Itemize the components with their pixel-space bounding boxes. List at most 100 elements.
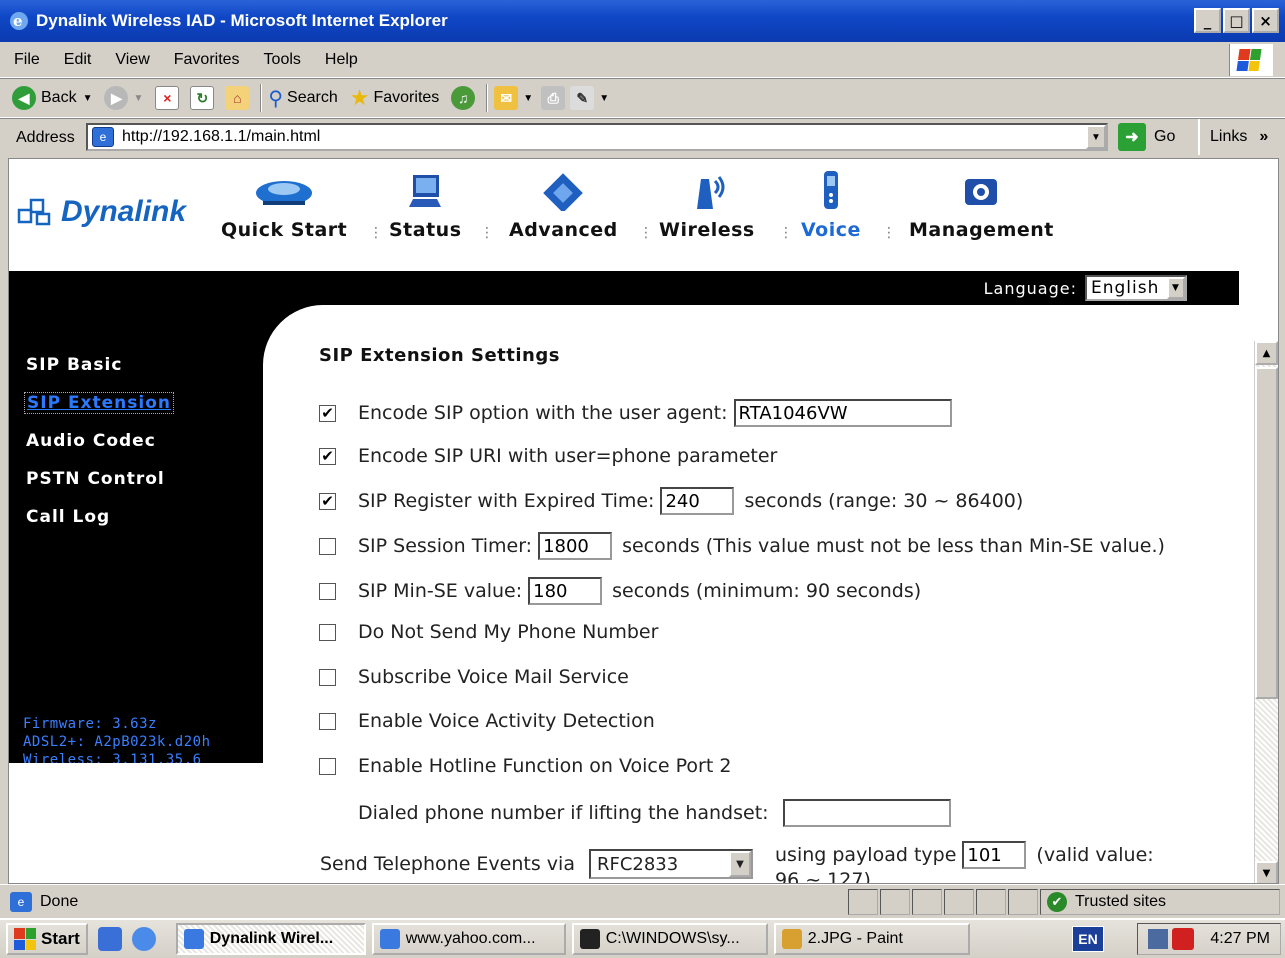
security-zone: ✔ Trusted sites xyxy=(1040,889,1280,915)
nav-advanced[interactable]: Advanced xyxy=(509,173,618,241)
media-icon[interactable]: ♫ xyxy=(451,86,476,110)
sidebar-item-pstn-control[interactable]: PSTN Control xyxy=(26,469,165,489)
task-yahoo[interactable]: www.yahoo.com... xyxy=(371,923,566,955)
language-select[interactable]: English ▼ xyxy=(1085,275,1187,301)
nav-status[interactable]: Status xyxy=(389,173,462,241)
nav-quick-start-label: Quick Start xyxy=(221,219,348,241)
menu-help[interactable]: Help xyxy=(325,51,358,69)
sidebar-item-sip-basic[interactable]: SIP Basic xyxy=(26,355,122,375)
hide-number-checkbox[interactable] xyxy=(319,623,336,641)
nav-management[interactable]: Management xyxy=(909,173,1054,241)
status-bar: e Done ✔ Trusted sites xyxy=(0,884,1285,918)
payload-type-label: using payload type xyxy=(775,844,957,866)
register-expired-range: seconds (range: 30 ~ 86400) xyxy=(744,490,1024,512)
stop-icon[interactable]: × xyxy=(155,86,180,110)
hotline-number-label: Dialed phone number if lifting the hands… xyxy=(358,802,769,824)
vertical-scrollbar[interactable]: ▲ ▼ xyxy=(1254,341,1278,883)
sidebar-item-call-log[interactable]: Call Log xyxy=(26,507,110,527)
window-title: Dynalink Wireless IAD - Microsoft Intern… xyxy=(36,11,448,30)
advanced-icon xyxy=(543,173,584,211)
network-icon[interactable] xyxy=(1148,929,1169,949)
windows-logo-icon xyxy=(1229,44,1273,76)
dynalink-logo: Dynalink xyxy=(17,195,186,229)
menu-tools[interactable]: Tools xyxy=(264,51,301,69)
scroll-up-icon[interactable]: ▲ xyxy=(1255,341,1278,365)
go-label: Go xyxy=(1154,128,1176,145)
edit-icon[interactable]: ✎ xyxy=(570,86,595,110)
vad-checkbox[interactable] xyxy=(319,712,336,730)
language-label: Language: xyxy=(983,278,1077,298)
start-button[interactable]: Start xyxy=(6,923,88,955)
register-expired-checkbox[interactable]: ✔ xyxy=(319,492,336,510)
user-agent-checkbox[interactable]: ✔ xyxy=(319,404,336,422)
menu-favorites[interactable]: Favorites xyxy=(174,51,240,69)
links-label: Links xyxy=(1210,128,1248,145)
min-se-checkbox[interactable] xyxy=(319,582,336,600)
menu-bar: File Edit View Favorites Tools Help xyxy=(0,42,1285,78)
clock: 4:27 PM xyxy=(1210,930,1270,947)
close-button[interactable]: × xyxy=(1252,8,1279,33)
refresh-icon[interactable]: ↻ xyxy=(190,86,215,110)
brand-name: Dynalink xyxy=(61,195,187,228)
menu-edit[interactable]: Edit xyxy=(64,51,92,69)
desktop-icon[interactable] xyxy=(97,927,122,951)
session-timer-input[interactable]: 1800 xyxy=(538,532,613,560)
sidebar-item-sip-extension[interactable]: SIP Extension xyxy=(24,392,175,414)
task-paint[interactable]: 2.JPG - Paint xyxy=(773,923,970,955)
input-language-indicator[interactable]: EN xyxy=(1072,926,1104,952)
address-input[interactable]: e http://192.168.1.1/main.html ▼ xyxy=(86,123,1108,151)
search-button[interactable]: ⚲ Search xyxy=(268,86,337,111)
telephone-events-select[interactable]: RFC2833 ▼ xyxy=(588,849,753,879)
maximize-button[interactable]: □ xyxy=(1223,8,1250,33)
security-zone-label: Trusted sites xyxy=(1075,893,1166,910)
task-cmd[interactable]: C:\WINDOWS\sy... xyxy=(571,923,768,955)
session-timer-checkbox[interactable] xyxy=(319,537,336,555)
address-dropdown-icon[interactable]: ▼ xyxy=(1086,125,1106,149)
payload-type-input[interactable]: 101 xyxy=(962,841,1027,869)
sidebar: SIP Basic SIP Extension Audio Codec PSTN… xyxy=(9,305,263,763)
ie-quicklaunch-icon[interactable] xyxy=(131,927,156,951)
sidebar-item-audio-codec[interactable]: Audio Codec xyxy=(26,431,156,451)
back-button[interactable]: ◀ Back ▼ xyxy=(12,86,92,110)
form-row: using payload type 101 (valid value: xyxy=(775,841,1154,869)
menu-view[interactable]: View xyxy=(115,51,149,69)
paint-icon xyxy=(781,929,802,949)
task-label: Dynalink Wirel... xyxy=(209,930,334,947)
hotline-checkbox[interactable] xyxy=(319,757,336,775)
minimize-button[interactable]: _ xyxy=(1194,8,1221,33)
task-dynalink[interactable]: Dynalink Wirel... xyxy=(175,923,366,955)
address-bar: Address e http://192.168.1.1/main.html ▼… xyxy=(0,118,1285,156)
print-icon[interactable]: ⎙ xyxy=(541,86,566,110)
language-band: Language: English ▼ xyxy=(9,271,1239,305)
page-icon: e xyxy=(92,127,114,147)
voice-icon xyxy=(823,171,838,209)
go-button[interactable]: ➜ Go xyxy=(1118,123,1175,151)
security-alert-icon[interactable] xyxy=(1172,928,1195,950)
nav-wireless-label: Wireless xyxy=(659,219,755,241)
links-chevron-icon: » xyxy=(1259,128,1269,145)
voice-mail-checkbox[interactable] xyxy=(319,668,336,686)
nav-wireless[interactable]: Wireless xyxy=(659,173,755,241)
favorites-button[interactable]: ★ Favorites xyxy=(350,85,440,111)
mail-icon[interactable]: ✉ xyxy=(494,86,519,110)
menu-file[interactable]: File xyxy=(14,51,40,69)
forward-button[interactable]: ▶ ▼ xyxy=(104,86,143,110)
scroll-down-icon[interactable]: ▼ xyxy=(1255,861,1278,883)
uri-user-phone-checkbox[interactable]: ✔ xyxy=(319,447,336,465)
router-header: Dynalink Quick Start ⋮ Status ⋮ Advanced… xyxy=(9,159,1239,271)
wireless-icon xyxy=(696,176,725,209)
wireless-line: Wireless: 3.131.35.6 xyxy=(23,752,202,763)
adsl-line: ADSL2+: A2pB023k.d20h xyxy=(23,734,211,750)
status-icon xyxy=(409,175,442,207)
min-se-label: SIP Min-SE value: xyxy=(358,580,523,602)
user-agent-input[interactable]: RTA1046VW xyxy=(733,399,952,427)
nav-voice[interactable]: Voice xyxy=(801,171,861,241)
links-button[interactable]: Links » xyxy=(1198,119,1268,155)
hotline-number-input[interactable] xyxy=(782,799,951,827)
star-icon: ★ xyxy=(349,85,370,110)
nav-quick-start[interactable]: Quick Start xyxy=(221,173,347,241)
home-icon[interactable]: ⌂ xyxy=(225,86,250,110)
min-se-input[interactable]: 180 xyxy=(528,577,603,605)
scroll-thumb[interactable] xyxy=(1255,367,1278,699)
register-expired-input[interactable]: 240 xyxy=(660,487,735,515)
